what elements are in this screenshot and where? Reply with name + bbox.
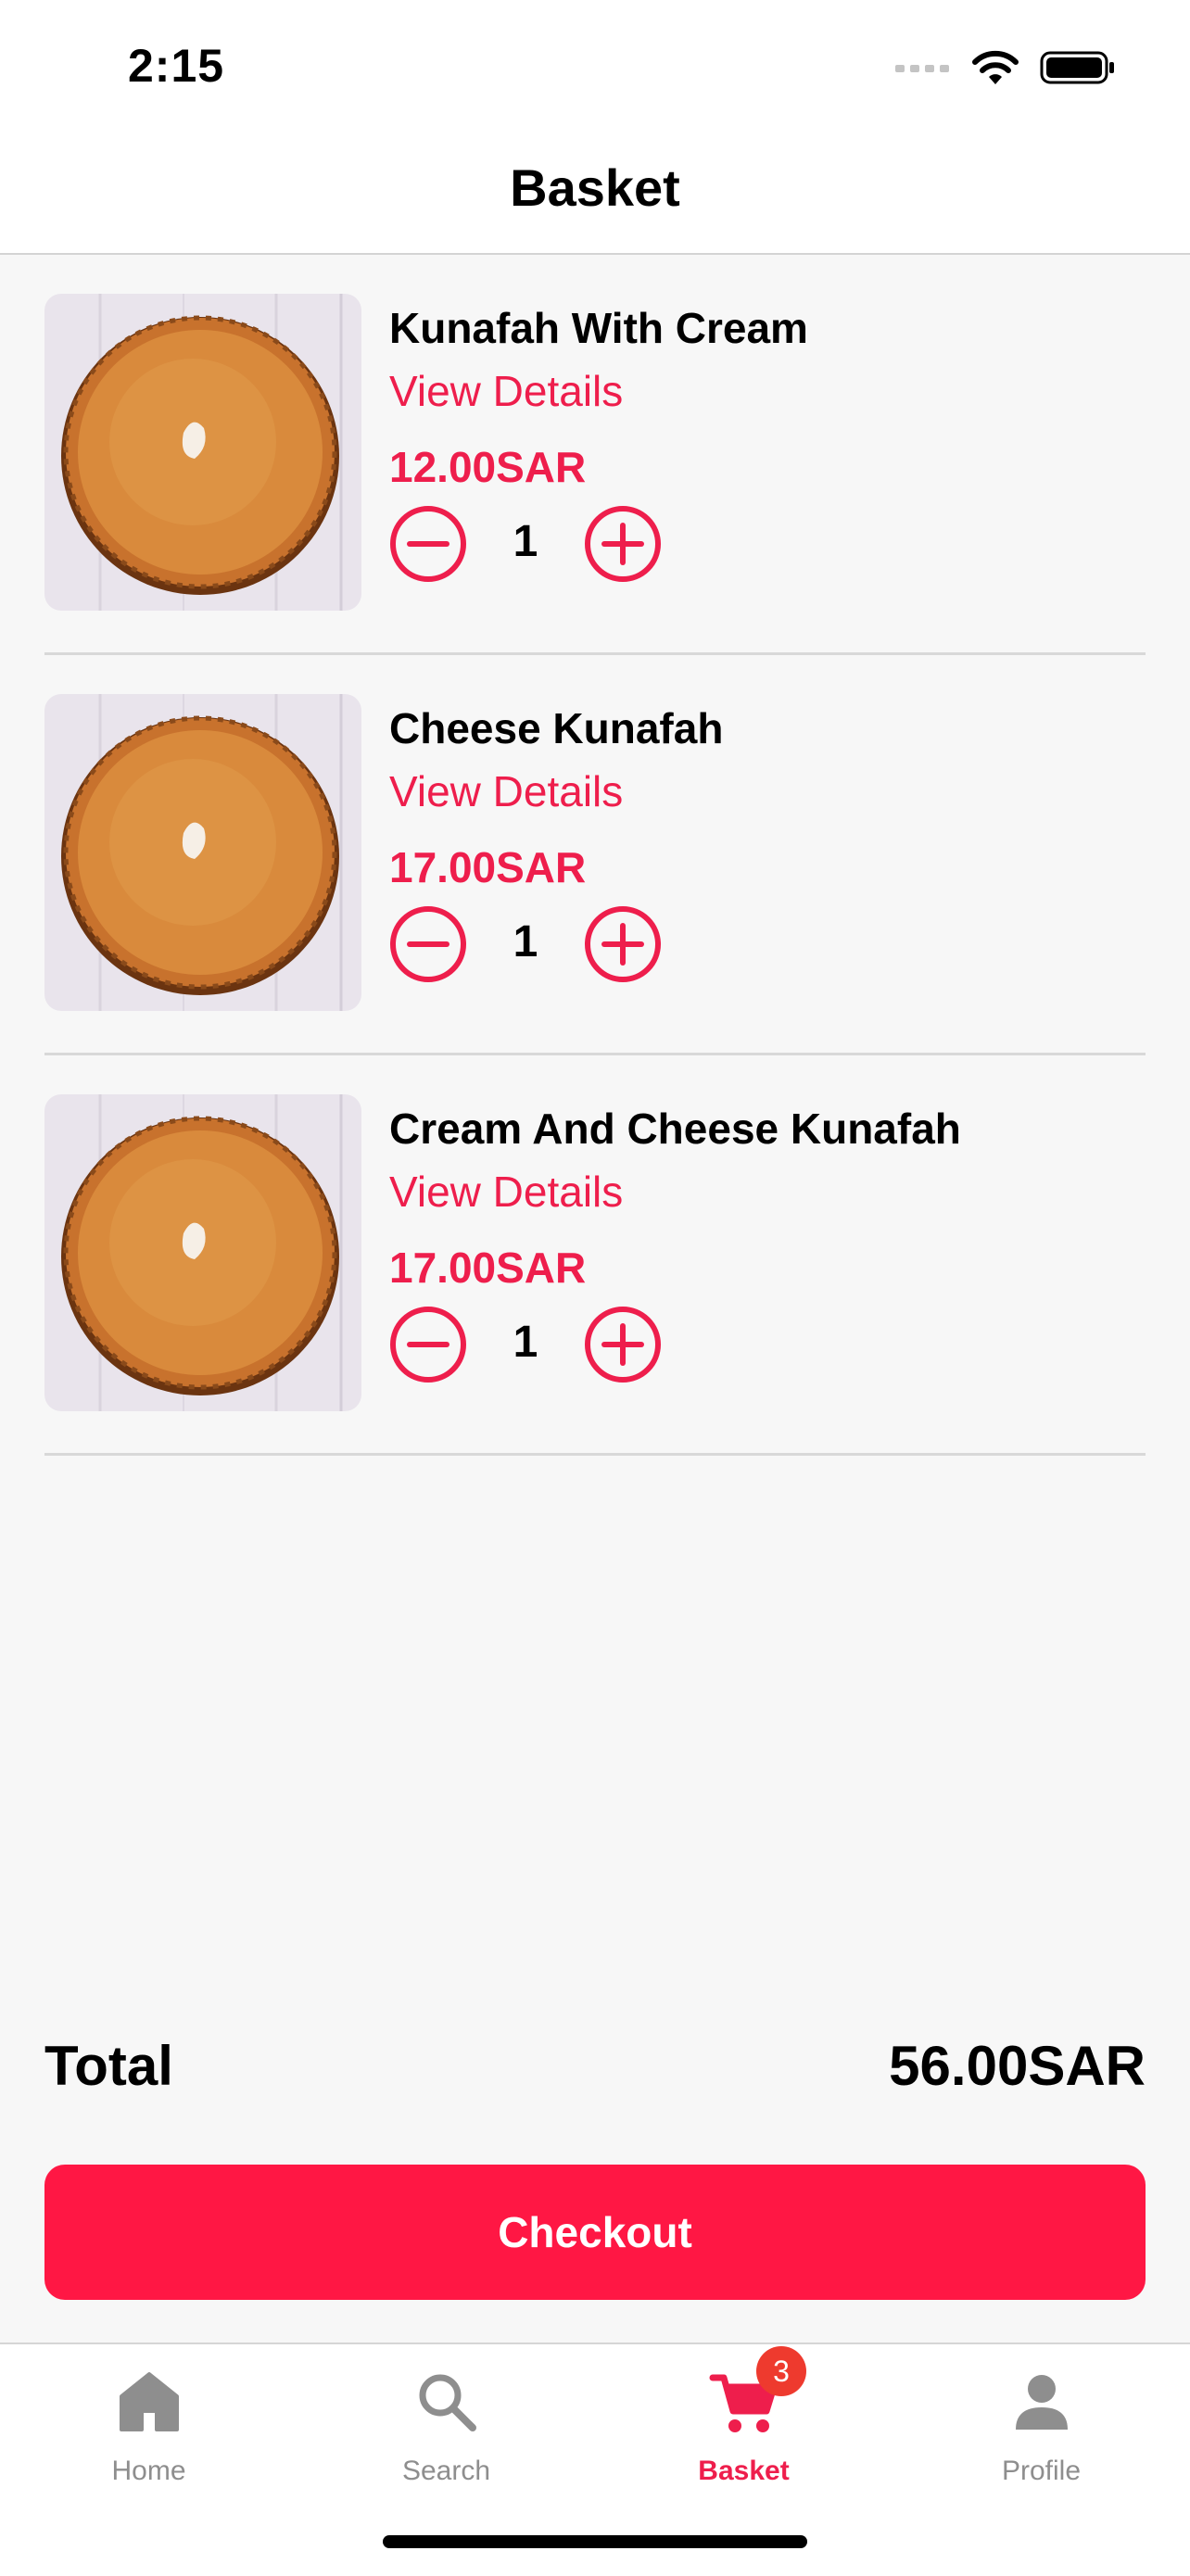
quantity-stepper: 1 bbox=[389, 1306, 667, 1383]
total-value: 56.00SAR bbox=[889, 2035, 1146, 2097]
increase-quantity-button[interactable] bbox=[584, 1306, 662, 1383]
decrease-quantity-button[interactable] bbox=[389, 1306, 467, 1383]
home-indicator bbox=[383, 2535, 807, 2548]
person-icon bbox=[1015, 2375, 1068, 2430]
basket-item: Cream And Cheese Kunafah View Details 17… bbox=[44, 1055, 1146, 1456]
decrease-quantity-button[interactable] bbox=[389, 905, 467, 983]
tab-basket[interactable]: Basket bbox=[595, 2344, 892, 2511]
quantity-stepper: 1 bbox=[389, 505, 667, 583]
home-icon bbox=[119, 2372, 179, 2431]
item-price: 12.00SAR bbox=[389, 443, 587, 491]
tab-label-home: Home bbox=[111, 2456, 186, 2486]
increase-quantity-button[interactable] bbox=[584, 505, 662, 583]
item-name: Cream And Cheese Kunafah bbox=[389, 1105, 961, 1153]
total-row: Total 56.00SAR bbox=[44, 2034, 1146, 2099]
tab-label-profile: Profile bbox=[1001, 2456, 1082, 2486]
page-title: Basket bbox=[510, 158, 680, 217]
item-name: Kunafah With Cream bbox=[389, 304, 808, 352]
quantity-stepper: 1 bbox=[389, 905, 667, 983]
status-bar: 2:15 bbox=[0, 0, 1190, 130]
view-details-link[interactable]: View Details bbox=[389, 766, 623, 816]
status-time: 2:15 bbox=[128, 40, 225, 92]
quantity-value: 1 bbox=[513, 917, 538, 966]
view-details-link[interactable]: View Details bbox=[389, 1167, 623, 1217]
status-icons bbox=[895, 44, 1116, 91]
view-details-link[interactable]: View Details bbox=[389, 366, 623, 416]
basket-item: Cheese Kunafah View Details 17.00SAR 1 bbox=[44, 655, 1146, 1055]
tab-label-basket: Basket bbox=[698, 2456, 790, 2486]
decrease-quantity-button[interactable] bbox=[389, 505, 467, 583]
checkout-button[interactable]: Checkout bbox=[44, 2165, 1146, 2300]
battery-icon bbox=[1040, 51, 1114, 84]
cart-count-badge: 3 bbox=[756, 2346, 806, 2396]
quantity-value: 1 bbox=[513, 1318, 538, 1367]
basket-item: Kunafah With Cream View Details 12.00SAR… bbox=[44, 255, 1146, 655]
total-label: Total bbox=[44, 2035, 173, 2097]
tab-home[interactable]: Home bbox=[0, 2344, 298, 2511]
item-price: 17.00SAR bbox=[389, 843, 587, 891]
product-image bbox=[44, 1094, 361, 1411]
cellular-signal-icon bbox=[895, 65, 949, 72]
tab-search[interactable]: Search bbox=[298, 2344, 595, 2511]
product-image bbox=[44, 694, 361, 1011]
tab-profile[interactable]: Profile bbox=[892, 2344, 1190, 2511]
product-image bbox=[44, 294, 361, 611]
quantity-value: 1 bbox=[513, 517, 538, 566]
search-icon bbox=[419, 2374, 476, 2431]
wifi-icon bbox=[972, 50, 1019, 84]
nav-header: Basket bbox=[0, 130, 1190, 255]
tab-label-search: Search bbox=[401, 2456, 491, 2486]
item-price: 17.00SAR bbox=[389, 1244, 587, 1292]
increase-quantity-button[interactable] bbox=[584, 905, 662, 983]
item-name: Cheese Kunafah bbox=[389, 704, 724, 752]
